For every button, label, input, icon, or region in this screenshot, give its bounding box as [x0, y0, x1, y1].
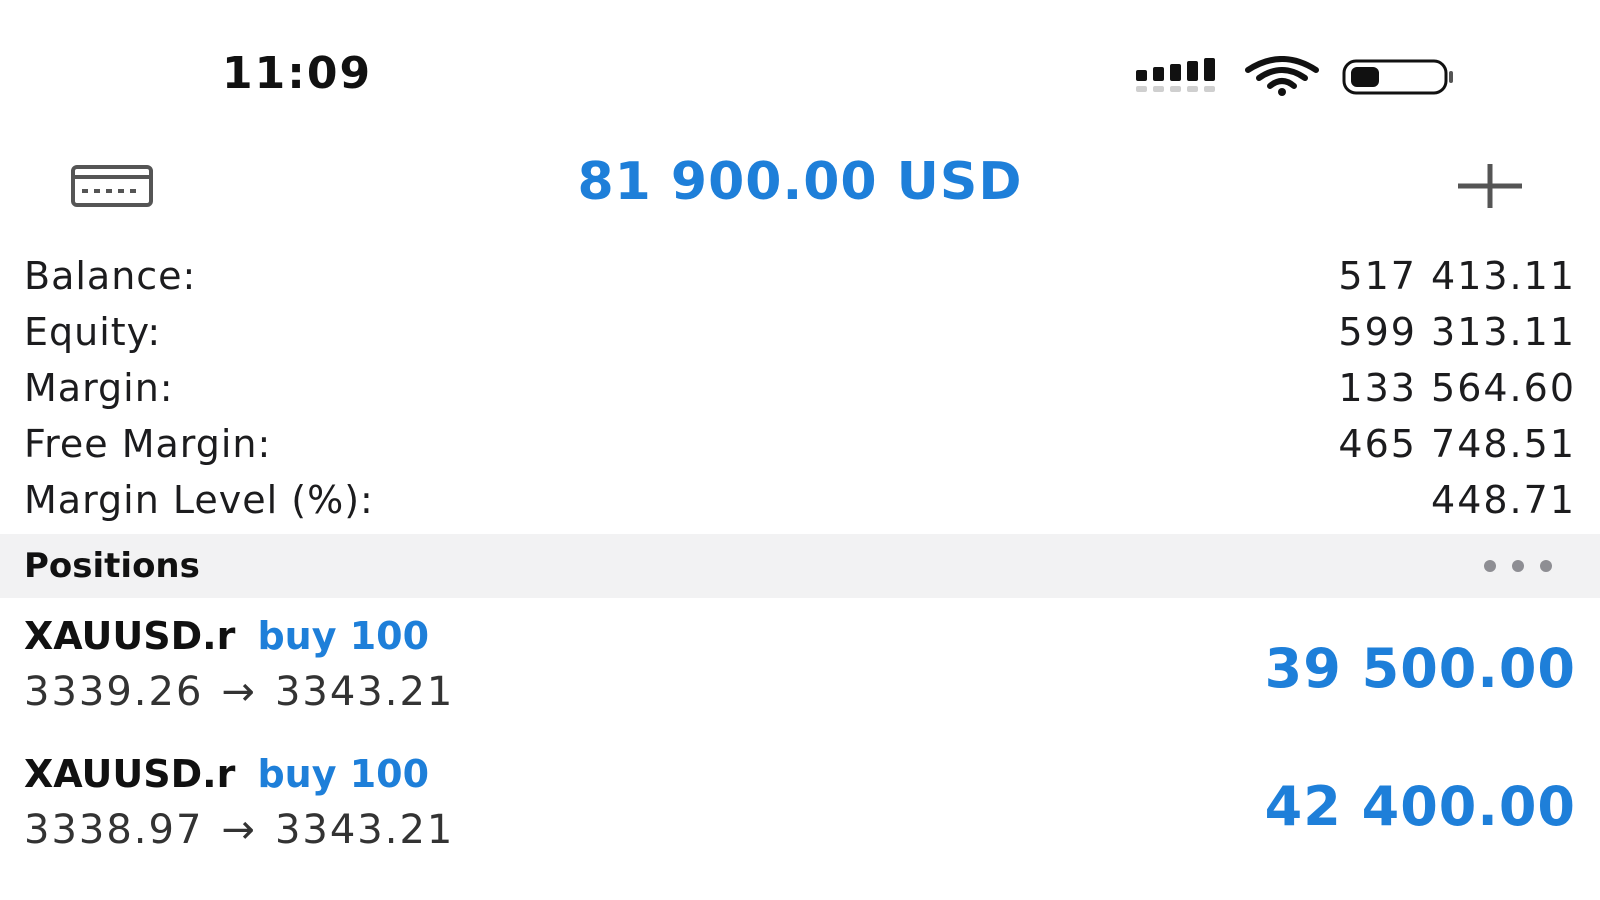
margin-level-label: Margin Level (%):	[24, 478, 374, 522]
free-margin-value: 465 748.51	[1338, 422, 1576, 466]
signal-icon	[1136, 58, 1215, 92]
margin-value: 133 564.60	[1338, 366, 1576, 410]
free-margin-label: Free Margin:	[24, 422, 272, 466]
battery-icon	[1342, 59, 1453, 95]
position-current-price: 3343.21	[274, 807, 455, 853]
account-summary: Balance: 517 413.11 Equity: 599 313.11 M…	[0, 248, 1600, 528]
margin-level-value: 448.71	[1431, 478, 1576, 522]
status-time: 11:09	[222, 48, 373, 99]
position-side: buy 100	[257, 752, 430, 796]
balance-value: 517 413.11	[1338, 254, 1576, 298]
position-symbol: XAUUSD.r	[24, 752, 236, 796]
summary-row-margin-level: Margin Level (%): 448.71	[0, 472, 1600, 528]
position-prices: 3339.26 → 3343.21	[24, 666, 454, 718]
status-bar: 11:09	[0, 0, 1600, 140]
more-icon[interactable]	[1478, 548, 1558, 584]
balance-label: Balance:	[24, 254, 197, 298]
position-row[interactable]: XAUUSD.r buy 100 3338.97 → 3343.21 42 400.…	[0, 742, 1600, 880]
equity-value: 599 313.11	[1338, 310, 1576, 354]
position-profit: 42 400.00	[1264, 775, 1576, 838]
arrow-right-icon: →	[221, 669, 257, 715]
position-row[interactable]: XAUUSD.r buy 100 3339.26 → 3343.21 39 500.…	[0, 604, 1600, 742]
summary-row-balance: Balance: 517 413.11	[0, 248, 1600, 304]
position-open-price: 3338.97	[24, 807, 204, 853]
positions-title: Positions	[24, 546, 200, 586]
summary-row-equity: Equity: 599 313.11	[0, 304, 1600, 360]
arrow-right-icon: →	[221, 807, 257, 853]
summary-row-free-margin: Free Margin: 465 748.51	[0, 416, 1600, 472]
equity-label: Equity:	[24, 310, 162, 354]
positions-list: XAUUSD.r buy 100 3339.26 → 3343.21 39 500.…	[0, 604, 1600, 880]
position-symbol: XAUUSD.r	[24, 614, 236, 658]
summary-row-margin: Margin: 133 564.60	[0, 360, 1600, 416]
position-title: XAUUSD.r buy 100	[24, 748, 429, 800]
margin-label: Margin:	[24, 366, 174, 410]
positions-section-header: Positions	[0, 534, 1600, 598]
position-current-price: 3343.21	[274, 669, 455, 715]
add-icon[interactable]	[1454, 158, 1526, 214]
position-profit: 39 500.00	[1264, 637, 1576, 700]
position-title: XAUUSD.r buy 100	[24, 610, 429, 662]
wifi-icon	[1245, 56, 1319, 96]
position-prices: 3338.97 → 3343.21	[24, 804, 454, 856]
header: 81 900.00 USD	[0, 140, 1600, 230]
position-open-price: 3339.26	[24, 669, 204, 715]
position-side: buy 100	[257, 614, 430, 658]
account-equity-title: 81 900.00 USD	[577, 152, 1023, 212]
